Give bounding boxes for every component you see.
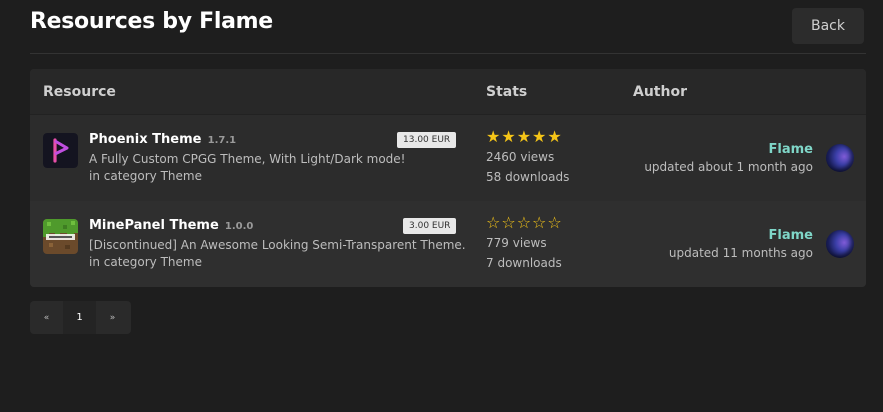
avatar[interactable] [826, 230, 854, 258]
minecraft-grass-logo-icon[interactable] [43, 219, 78, 254]
price-badge: 13.00 EUR [397, 132, 457, 148]
column-header-author: Author [633, 84, 687, 100]
phoenix-theme-logo-icon[interactable] [43, 133, 78, 168]
download-count: 58 downloads [486, 170, 570, 184]
view-count: 779 views [486, 236, 547, 250]
updated-time: updated about 1 month ago [644, 160, 813, 174]
download-count: 7 downloads [486, 256, 562, 270]
resource-description: [Discontinued] An Awesome Looking Semi-T… [89, 238, 466, 252]
price-badge: 3.00 EUR [403, 218, 457, 234]
resource-title[interactable]: Phoenix Theme 1.7.1 [89, 132, 236, 147]
updated-time: updated 11 months ago [668, 246, 813, 260]
resource-version: 1.7.1 [207, 135, 237, 146]
header-divider [30, 53, 866, 54]
resource-description: A Fully Custom CPGG Theme, With Light/Da… [89, 152, 406, 166]
table-row[interactable]: Phoenix Theme 1.7.1 13.00 EUR A Fully Cu… [30, 115, 866, 201]
pagination: « 1 » [30, 301, 131, 334]
resource-name[interactable]: Phoenix Theme [89, 132, 201, 147]
resource-category: in category Theme [89, 169, 202, 183]
resource-category: in category Theme [89, 255, 202, 269]
avatar[interactable] [826, 144, 854, 172]
table-header: Resource Stats Author [30, 69, 866, 115]
view-count: 2460 views [486, 150, 555, 164]
column-header-stats: Stats [486, 84, 528, 100]
column-header-resource: Resource [43, 84, 116, 100]
pagination-next-button[interactable]: » [96, 301, 129, 334]
back-button[interactable]: Back [792, 8, 864, 44]
star-rating: ☆☆☆☆☆ [486, 213, 563, 232]
page-title: Resources by Flame [30, 9, 273, 34]
resource-name[interactable]: MinePanel Theme [89, 218, 219, 233]
pagination-page-1[interactable]: 1 [63, 301, 96, 334]
pagination-prev-button[interactable]: « [30, 301, 63, 334]
resource-version: 1.0.0 [224, 221, 254, 232]
resource-title[interactable]: MinePanel Theme 1.0.0 [89, 218, 253, 233]
table-row[interactable]: MinePanel Theme 1.0.0 3.00 EUR [Disconti… [30, 201, 866, 287]
author-link[interactable]: Flame [769, 228, 813, 243]
star-rating: ★★★★★ [486, 127, 563, 146]
author-link[interactable]: Flame [769, 142, 813, 157]
resources-table: Resource Stats Author Phoenix Theme 1.7.… [30, 69, 866, 287]
